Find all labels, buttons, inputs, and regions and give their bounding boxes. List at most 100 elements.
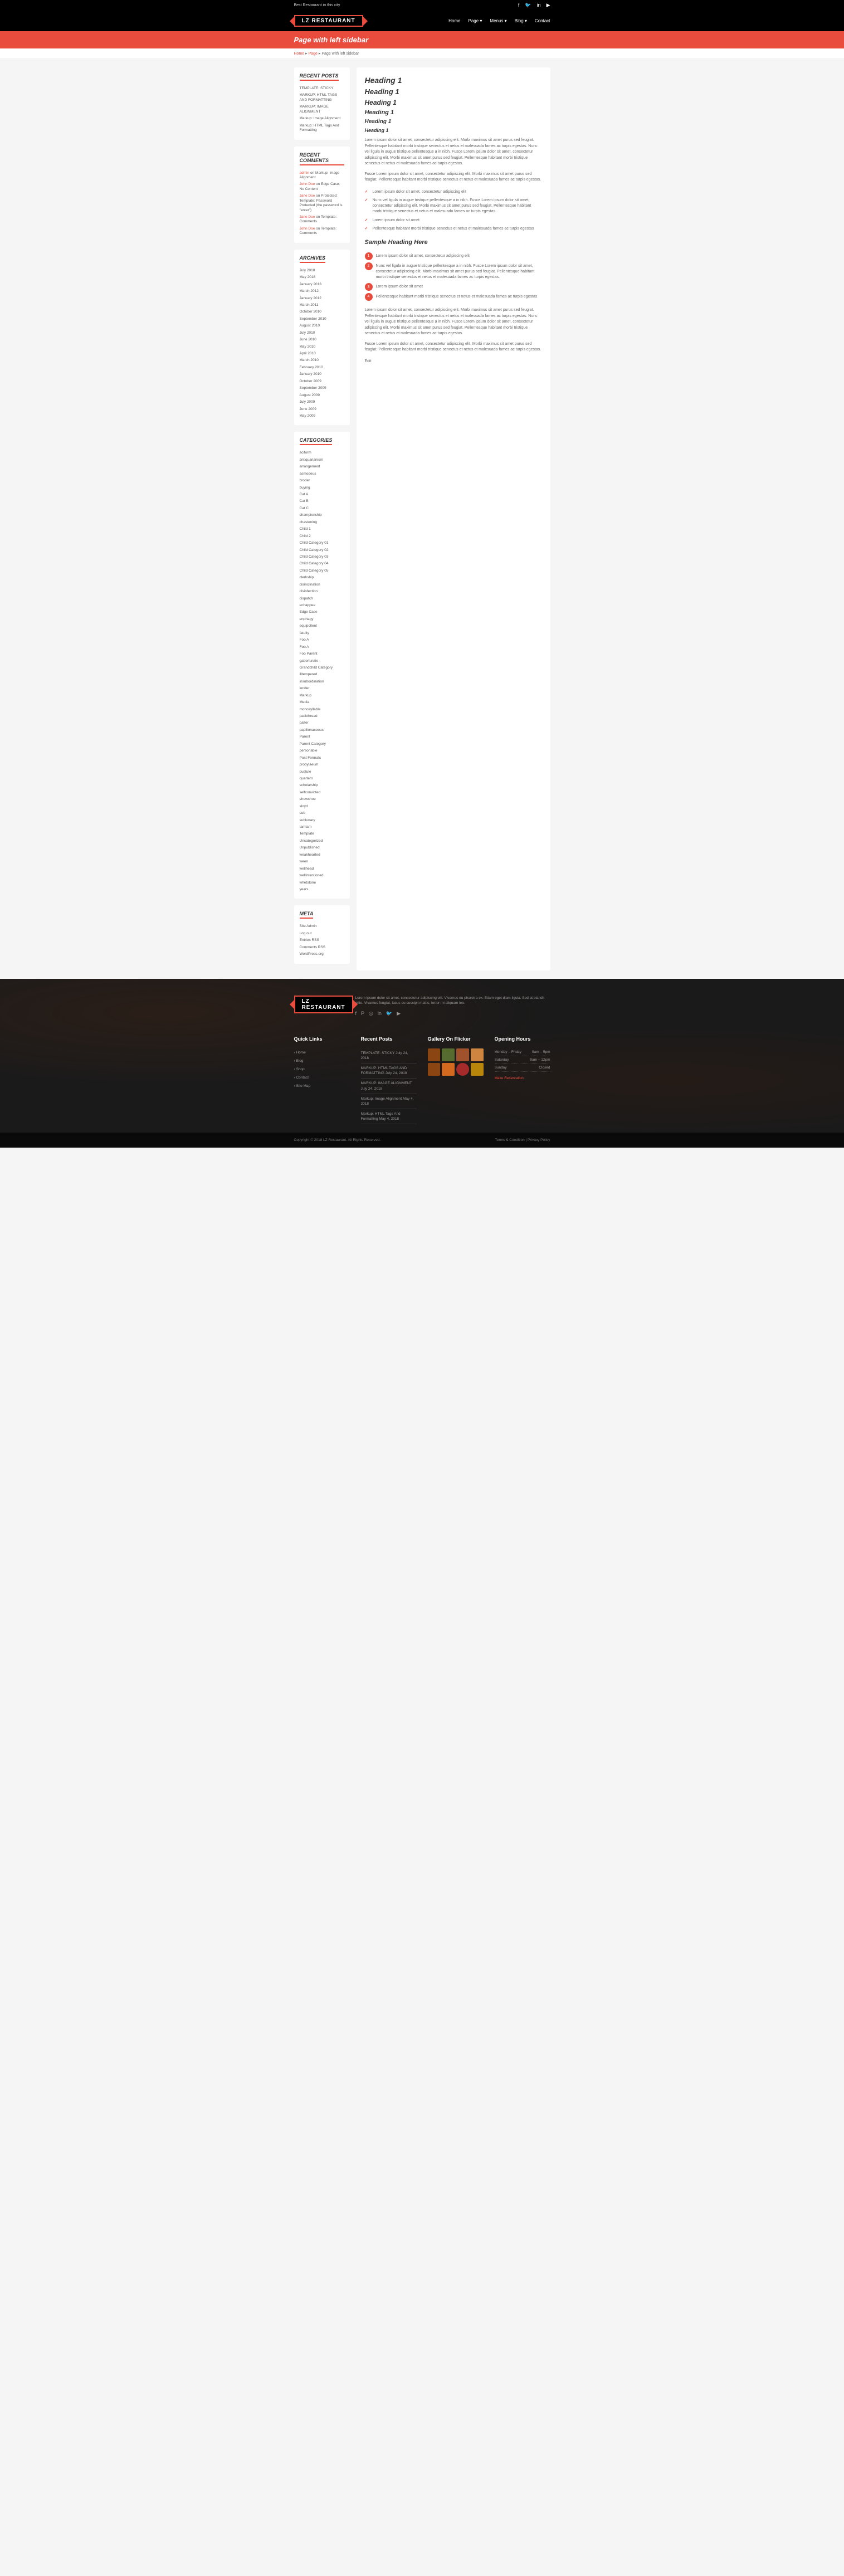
archive-item[interactable]: June 2010 [300, 336, 344, 343]
archive-item[interactable]: April 2010 [300, 350, 344, 357]
category-item[interactable]: Child 2 [300, 533, 344, 540]
category-item[interactable]: selfconvicted [300, 789, 344, 796]
category-item[interactable]: Foo Parent [300, 651, 344, 657]
category-item[interactable]: illtempered [300, 671, 344, 678]
category-item[interactable]: Foo A [300, 637, 344, 643]
archive-item[interactable]: September 2010 [300, 316, 344, 323]
meta-item[interactable]: Site Admin [300, 923, 344, 930]
comment-item[interactable]: Jane Doe on Template: Comments [300, 214, 344, 226]
privacy-link[interactable]: Privacy Policy [528, 1138, 550, 1142]
footer-logo[interactable]: LZ RESTAURANT [294, 996, 353, 1013]
category-item[interactable]: Media [300, 699, 344, 706]
gallery-item[interactable] [428, 1063, 441, 1076]
meta-item[interactable]: Entries RSS [300, 937, 344, 944]
archive-item[interactable]: October 2009 [300, 378, 344, 385]
category-item[interactable]: propylaeum [300, 762, 344, 768]
category-item[interactable]: asmodeus [300, 471, 344, 477]
category-item[interactable]: wellhead [300, 866, 344, 872]
category-item[interactable]: Unpublished [300, 845, 344, 851]
category-item[interactable]: broder [300, 477, 344, 484]
category-item[interactable]: sub [300, 810, 344, 817]
archive-item[interactable]: October 2010 [300, 309, 344, 315]
category-item[interactable]: insubordination [300, 679, 344, 685]
category-item[interactable]: personable [300, 748, 344, 754]
archive-item[interactable]: May 2010 [300, 344, 344, 350]
footer-post-item[interactable]: MARKUP: IMAGE ALIGNMENT July 24, 2018 [361, 1079, 417, 1094]
recent-post-item[interactable]: MARKUP: IMAGE ALIGNMENT [300, 104, 344, 115]
twitter-icon[interactable]: 🐦 [386, 1011, 392, 1017]
category-item[interactable]: quartern [300, 775, 344, 782]
archive-item[interactable]: January 2010 [300, 371, 344, 378]
gallery-item[interactable] [442, 1063, 455, 1076]
category-item[interactable]: buying [300, 485, 344, 491]
gallery-item[interactable] [456, 1063, 469, 1076]
terms-link[interactable]: Terms & Condition [495, 1138, 525, 1142]
category-item[interactable]: Post Formats [300, 755, 344, 762]
instagram-icon[interactable]: ◎ [369, 1011, 373, 1017]
linkedin-icon[interactable]: in [378, 1011, 382, 1017]
youtube-icon[interactable]: ▶ [397, 1011, 401, 1017]
category-item[interactable]: Grandchild Category [300, 665, 344, 671]
category-item[interactable]: packthread [300, 713, 344, 720]
quick-link-item[interactable]: Shop [294, 1065, 350, 1074]
category-item[interactable]: weakhearted [300, 852, 344, 858]
category-item[interactable]: disinclination [300, 582, 344, 588]
pinterest-icon[interactable]: P [361, 1011, 364, 1017]
category-item[interactable]: palter [300, 720, 344, 726]
archive-item[interactable]: January 2012 [300, 295, 344, 302]
nav-item[interactable]: Blog ▾ [515, 18, 527, 23]
category-item[interactable]: Cat A [300, 491, 344, 498]
archive-item[interactable]: July 2009 [300, 399, 344, 406]
category-item[interactable]: Child Category 04 [300, 560, 344, 567]
meta-item[interactable]: Comments RSS [300, 944, 344, 951]
category-item[interactable]: Child Category 01 [300, 540, 344, 547]
gallery-item[interactable] [471, 1063, 484, 1076]
category-item[interactable]: equipollent [300, 623, 344, 630]
nav-item[interactable]: Page ▾ [469, 18, 482, 23]
youtube-icon[interactable]: ▶ [547, 2, 550, 8]
archive-item[interactable]: February 2010 [300, 364, 344, 371]
category-item[interactable]: disinfection [300, 588, 344, 595]
nav-item[interactable]: Home [448, 18, 460, 23]
category-item[interactable]: Template [300, 831, 344, 837]
category-item[interactable]: antiquarianism [300, 457, 344, 464]
category-item[interactable]: ween [300, 858, 344, 865]
category-item[interactable]: papilionaceous [300, 727, 344, 734]
breadcrumb-home[interactable]: Home [294, 52, 305, 56]
category-item[interactable]: scholarship [300, 782, 344, 789]
gallery-item[interactable] [442, 1048, 455, 1061]
category-item[interactable]: Foo A [300, 644, 344, 651]
gallery-item[interactable] [456, 1048, 469, 1061]
recent-post-item[interactable]: Markup: HTML Tags And Formatting [300, 123, 344, 134]
logo[interactable]: LZ RESTAURANT [294, 15, 363, 27]
quick-link-item[interactable]: Blog [294, 1057, 350, 1065]
linkedin-icon[interactable]: in [537, 2, 541, 8]
category-item[interactable]: fatuity [300, 630, 344, 637]
archive-item[interactable]: March 2010 [300, 357, 344, 364]
category-item[interactable]: dispatch [300, 596, 344, 602]
category-item[interactable]: sublunary [300, 817, 344, 824]
category-item[interactable]: Child Category 02 [300, 547, 344, 554]
edit-link[interactable]: Edit [365, 359, 372, 363]
category-item[interactable]: monosyllable [300, 706, 344, 713]
category-item[interactable]: sloyd [300, 803, 344, 810]
quick-link-item[interactable]: Site Map [294, 1082, 350, 1090]
category-item[interactable]: Parent Category [300, 741, 344, 748]
category-item[interactable]: whetstone [300, 880, 344, 886]
category-item[interactable]: Cat C [300, 505, 344, 512]
gallery-item[interactable] [428, 1048, 441, 1061]
archive-item[interactable]: September 2009 [300, 385, 344, 392]
comment-item[interactable]: admin on Markup: Image Alignment [300, 170, 344, 182]
recent-post-item[interactable]: MARKUP: HTML TAGS AND FORMATTING [300, 92, 344, 104]
archive-item[interactable]: June 2009 [300, 406, 344, 413]
category-item[interactable]: arrangement [300, 464, 344, 470]
footer-post-item[interactable]: TEMPLATE: STICKY July 24, 2018 [361, 1048, 417, 1063]
quick-link-item[interactable]: Home [294, 1048, 350, 1057]
category-item[interactable]: Edge Case [300, 609, 344, 616]
category-item[interactable]: tamtam [300, 824, 344, 831]
reservation-link[interactable]: Make Reservation [495, 1076, 550, 1080]
category-item[interactable]: showshoe [300, 796, 344, 803]
archive-item[interactable]: July 2010 [300, 330, 344, 336]
category-item[interactable]: enphagy [300, 616, 344, 623]
category-item[interactable]: Parent [300, 734, 344, 740]
